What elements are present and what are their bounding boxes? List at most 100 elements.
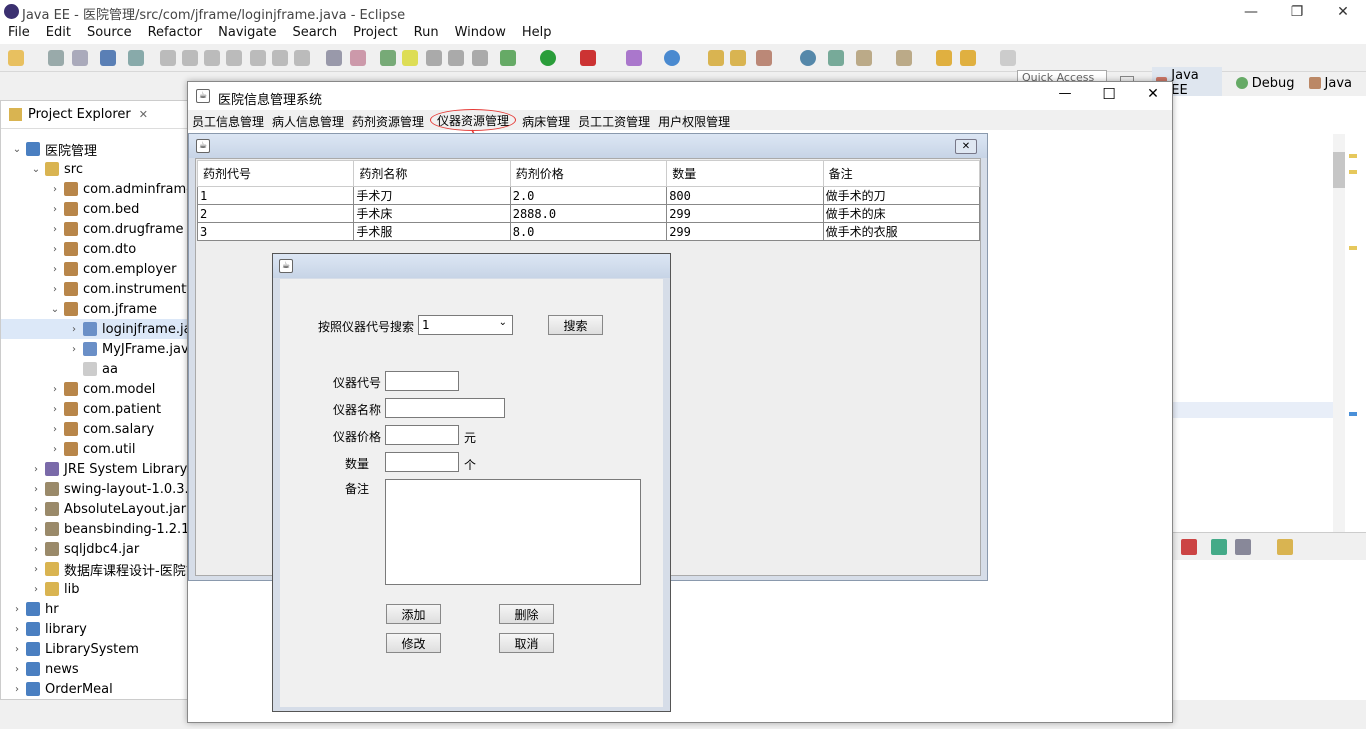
resume-icon[interactable] xyxy=(160,50,176,66)
table-cell[interactable]: 做手术的床 xyxy=(822,204,981,223)
menu-employee-info[interactable]: 员工信息管理 xyxy=(188,110,268,130)
table-header[interactable]: 药剂名称 xyxy=(353,160,511,187)
globe-icon[interactable] xyxy=(800,50,816,66)
tree-item[interactable]: › swing-layout-1.0.3.ja xyxy=(1,479,200,499)
search-button[interactable]: 搜索 xyxy=(548,315,603,335)
frame-close-button[interactable]: ✕ xyxy=(955,139,977,154)
table-cell[interactable]: 1 xyxy=(196,186,355,205)
tree-expand-icon[interactable]: ⌄ xyxy=(11,144,23,155)
menu-source[interactable]: Source xyxy=(79,24,140,44)
annotation-icon[interactable] xyxy=(426,50,442,66)
highlight-icon[interactable] xyxy=(402,50,418,66)
previous-annotation-icon[interactable] xyxy=(896,50,912,66)
tree-expand-icon[interactable]: › xyxy=(11,644,23,655)
table-cell[interactable]: 3 xyxy=(196,222,355,241)
tree-expand-icon[interactable]: › xyxy=(30,504,42,515)
open-project-icon[interactable] xyxy=(708,50,724,66)
new-icon[interactable] xyxy=(8,50,24,66)
tree-item[interactable]: › hr xyxy=(1,599,59,619)
show-whitespace-icon[interactable] xyxy=(472,50,488,66)
menu-project[interactable]: Project xyxy=(345,24,405,44)
save-icon[interactable] xyxy=(48,50,64,66)
vertical-scrollbar[interactable] xyxy=(1333,134,1345,534)
tree-item[interactable]: › com.salary xyxy=(1,419,154,439)
add-button[interactable]: 添加 xyxy=(386,604,441,624)
table-cell[interactable]: 2.0 xyxy=(509,186,668,205)
menu-bed-management[interactable]: 病床管理 xyxy=(518,110,574,130)
tree-item[interactable]: › MyJFrame.java xyxy=(1,339,197,359)
menu-help[interactable]: Help xyxy=(514,24,560,44)
code-field[interactable] xyxy=(385,371,459,391)
tree-expand-icon[interactable]: › xyxy=(30,484,42,495)
tree-item[interactable]: › sqljdbc4.jar xyxy=(1,539,139,559)
toggle-mark-icon[interactable] xyxy=(448,50,464,66)
open-task-icon[interactable] xyxy=(756,50,772,66)
table-cell[interactable]: 2888.0 xyxy=(509,204,668,223)
tree-item[interactable]: ⌄ com.jframe xyxy=(1,299,157,319)
menu-run[interactable]: Run xyxy=(406,24,447,44)
menu-refactor[interactable]: Refactor xyxy=(140,24,211,44)
tree-item[interactable]: › com.patient xyxy=(1,399,161,419)
tree-item[interactable]: › com.dto xyxy=(1,239,136,259)
delete-button[interactable]: 删除 xyxy=(499,604,554,624)
tree-expand-icon[interactable]: › xyxy=(30,564,42,575)
tree-item[interactable]: › com.bed xyxy=(1,199,139,219)
save-all-icon[interactable] xyxy=(72,50,88,66)
price-field[interactable] xyxy=(385,425,459,445)
tree-expand-icon[interactable]: › xyxy=(49,204,61,215)
tree-item[interactable]: › 数据库课程设计-医院管 xyxy=(1,559,199,579)
display-icon[interactable] xyxy=(1235,539,1251,555)
open-type-icon[interactable] xyxy=(380,50,396,66)
new-server-icon[interactable] xyxy=(626,50,642,66)
step-return-icon[interactable] xyxy=(294,50,310,66)
tree-expand-icon[interactable]: › xyxy=(68,344,80,355)
terminate-icon[interactable] xyxy=(204,50,220,66)
menu-search[interactable]: Search xyxy=(284,24,345,44)
name-field[interactable] xyxy=(385,398,505,418)
search-icon[interactable] xyxy=(828,50,844,66)
tree-expand-icon[interactable]: ⌄ xyxy=(30,164,42,175)
open-folder-icon[interactable] xyxy=(730,50,746,66)
tree-expand-icon[interactable]: › xyxy=(49,444,61,455)
skip-breakpoints-icon[interactable] xyxy=(128,50,144,66)
table-row[interactable]: 3 手术服 8.0 299 做手术的衣服 xyxy=(196,222,981,241)
tree-item[interactable]: › com.drugframe xyxy=(1,219,184,239)
drop-to-frame-icon[interactable] xyxy=(326,50,342,66)
tree-expand-icon[interactable]: › xyxy=(49,224,61,235)
menu-edit[interactable]: Edit xyxy=(38,24,79,44)
suspend-icon[interactable] xyxy=(182,50,198,66)
search-combo[interactable]: 1 ⌄ xyxy=(418,315,513,335)
table-cell[interactable]: 手术床 xyxy=(353,204,511,223)
run-external-icon[interactable] xyxy=(580,50,596,66)
use-step-filters-icon[interactable] xyxy=(350,50,366,66)
next-annotation-icon[interactable] xyxy=(856,50,872,66)
terminal-icon[interactable] xyxy=(100,50,116,66)
tree-expand-icon[interactable]: › xyxy=(49,384,61,395)
table-cell[interactable]: 做手术的衣服 xyxy=(822,222,981,241)
minimize-button[interactable]: — xyxy=(1228,0,1274,24)
menu-file[interactable]: File xyxy=(0,24,38,44)
tree-item[interactable]: › LibrarySystem xyxy=(1,639,139,659)
last-edit-icon[interactable] xyxy=(936,50,952,66)
menu-user-permission[interactable]: 用户权限管理 xyxy=(654,110,734,130)
console-icon[interactable] xyxy=(1181,539,1197,555)
edit-button[interactable]: 修改 xyxy=(386,633,441,653)
scrollbar-thumb[interactable] xyxy=(1333,152,1345,188)
close-button[interactable]: ✕ xyxy=(1320,0,1366,24)
tree-expand-icon[interactable]: › xyxy=(49,424,61,435)
tree-item[interactable]: › com.model xyxy=(1,379,155,399)
tree-expand-icon[interactable]: › xyxy=(68,324,80,335)
tree-expand-icon[interactable]: › xyxy=(49,244,61,255)
table-header[interactable]: 药剂价格 xyxy=(509,160,668,187)
tree-expand-icon[interactable]: › xyxy=(30,544,42,555)
run-icon[interactable] xyxy=(540,50,556,66)
tree-expand-icon[interactable]: › xyxy=(30,464,42,475)
perspective-java[interactable]: Java xyxy=(1308,76,1352,91)
project-explorer-tab[interactable]: Project Explorer ✕ xyxy=(1,101,189,129)
tree-item[interactable]: ⌄ 医院管理 xyxy=(1,139,97,159)
note-textarea[interactable] xyxy=(385,479,641,585)
qty-field[interactable] xyxy=(385,452,459,472)
menu-salary[interactable]: 员工工资管理 xyxy=(574,110,654,130)
back-icon[interactable] xyxy=(960,50,976,66)
app-maximize-button[interactable]: ☐ xyxy=(1094,85,1124,103)
